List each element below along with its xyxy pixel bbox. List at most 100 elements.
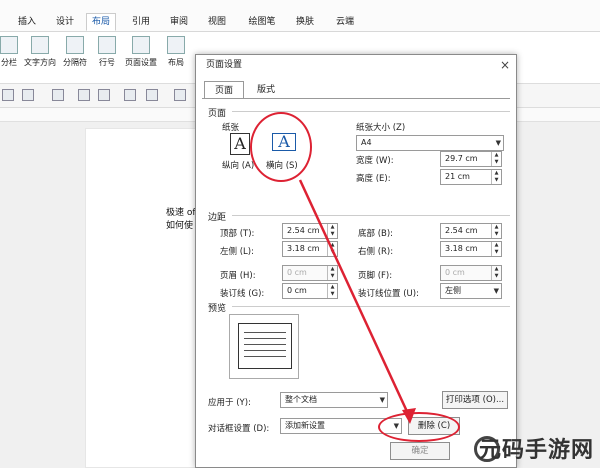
footer-label: 页脚 (F):	[358, 271, 393, 281]
doc-text-line-2: 如何使	[166, 221, 194, 231]
gutter-value: 0 cm	[287, 286, 307, 295]
tab-layout[interactable]: 布局	[86, 13, 116, 31]
print-icon[interactable]	[2, 89, 14, 101]
print-options-button[interactable]: 打印选项 (O)...	[442, 391, 508, 409]
footer-value: 0 cm	[445, 268, 465, 277]
top-margin-value: 2.54 cm	[287, 226, 320, 235]
paper-label: 纸张	[222, 123, 240, 133]
apply-to-select[interactable]: 整个文档 ▼	[280, 392, 388, 408]
right-margin-field[interactable]: 3.18 cm ▲ ▼	[440, 241, 502, 257]
tab-design[interactable]: 设计	[50, 14, 80, 32]
paper-size-label: 纸张大小 (Z)	[356, 123, 406, 133]
tab-divider	[202, 98, 510, 99]
stepper-icon[interactable]: ▲ ▼	[491, 242, 501, 256]
tab-cloud[interactable]: 云端	[330, 14, 360, 32]
chevron-down-icon: ▼	[379, 396, 385, 404]
portrait-icon[interactable]: A	[230, 133, 250, 155]
line-numbers-icon	[98, 36, 116, 54]
line-numbers-button[interactable]: 行号	[96, 36, 118, 68]
gutter-position-select[interactable]: 左侧 ▼	[440, 283, 502, 299]
dialog-settings-value: 添加新设置	[285, 421, 325, 430]
left-margin-value: 3.18 cm	[287, 244, 320, 253]
preview-page-icon	[238, 323, 292, 369]
orientation-portrait-label[interactable]: 纵向 (A)	[222, 159, 254, 171]
bottom-margin-value: 2.54 cm	[445, 226, 478, 235]
gutter-position-value: 左侧	[445, 286, 461, 295]
link-icon[interactable]	[146, 89, 158, 101]
section-divider	[232, 215, 510, 216]
text-direction-label: 文字方向	[24, 58, 56, 67]
height-label: 高度 (E):	[356, 174, 391, 184]
left-margin-field[interactable]: 3.18 cm ▲ ▼	[282, 241, 338, 257]
top-margin-field[interactable]: 2.54 cm ▲ ▼	[282, 223, 338, 239]
stepper-icon[interactable]: ▲ ▼	[491, 266, 501, 280]
chevron-down-icon: ▼	[495, 139, 501, 147]
right-margin-label: 右侧 (R):	[358, 247, 394, 257]
stepper-icon[interactable]: ▲ ▼	[491, 224, 501, 238]
line-numbers-label: 行号	[99, 58, 115, 67]
text-direction-button[interactable]: 文字方向	[22, 36, 58, 68]
paper-size-select[interactable]: A4 ▼	[356, 135, 504, 151]
bottom-margin-field[interactable]: 2.54 cm ▲ ▼	[440, 223, 502, 239]
ribbon-tab-bar: 插入 设计 布局 引用 审阅 视图 绘图笔 换肤 云端	[0, 0, 600, 32]
section-margins-title: 边距	[208, 213, 227, 223]
right-margin-value: 3.18 cm	[445, 244, 478, 253]
stepper-icon[interactable]: ▲ ▼	[327, 224, 337, 238]
gutter-label: 装订线 (G):	[220, 289, 265, 299]
chart-icon[interactable]	[174, 89, 186, 101]
picture-icon[interactable]	[78, 89, 90, 101]
page-setup-label: 页面设置	[125, 58, 157, 67]
page-preview	[229, 314, 299, 379]
columns-button[interactable]: 分栏	[0, 36, 18, 68]
tab-page[interactable]: 页面	[204, 81, 244, 99]
width-value: 29.7 cm	[445, 154, 478, 163]
breaks-label: 分隔符	[63, 58, 87, 67]
width-field[interactable]: 29.7 cm ▲ ▼	[440, 151, 502, 167]
stepper-icon[interactable]: ▲ ▼	[327, 266, 337, 280]
height-field[interactable]: 21 cm ▲ ▼	[440, 169, 502, 185]
columns-icon	[0, 36, 18, 54]
stepper-icon[interactable]: ▲ ▼	[491, 170, 501, 184]
gutter-position-label: 装订线位置 (U):	[358, 289, 419, 299]
dialog-title: 页面设置	[196, 55, 516, 75]
section-page-title: 页面	[208, 109, 227, 119]
apply-to-label: 应用于 (Y):	[208, 398, 251, 408]
tab-insert[interactable]: 插入	[12, 14, 42, 32]
shape-icon[interactable]	[98, 89, 110, 101]
top-margin-label: 顶部 (T):	[220, 229, 255, 239]
paper-size-value: A4	[361, 138, 372, 147]
tab-drawing[interactable]: 绘图笔	[244, 14, 280, 32]
annotation-circle-orientation	[250, 112, 312, 182]
width-label: 宽度 (W):	[356, 156, 394, 166]
doc-text-line-1: 极速 of	[166, 208, 196, 218]
height-value: 21 cm	[445, 172, 470, 181]
close-icon[interactable]: ×	[500, 58, 510, 72]
tab-skin[interactable]: 换肤	[290, 14, 320, 32]
pointer-icon[interactable]	[22, 89, 34, 101]
footer-field[interactable]: 0 cm ▲ ▼	[440, 265, 502, 281]
stepper-icon[interactable]: ▲ ▼	[491, 152, 501, 166]
text-box-icon[interactable]	[124, 89, 136, 101]
header-field[interactable]: 0 cm ▲ ▼	[282, 265, 338, 281]
chevron-down-icon: ▼	[493, 287, 499, 295]
dialog-settings-label: 对话框设置 (D):	[208, 424, 270, 434]
table-icon[interactable]	[52, 89, 64, 101]
page-setup-icon	[132, 36, 150, 54]
breaks-button[interactable]: 分隔符	[60, 36, 90, 68]
layout-button[interactable]: 布局	[164, 36, 188, 68]
page-setup-button[interactable]: 页面设置	[122, 36, 160, 68]
tab-review[interactable]: 审阅	[164, 14, 194, 32]
tab-view[interactable]: 视图	[202, 14, 232, 32]
layout-label: 布局	[168, 58, 184, 67]
stepper-icon[interactable]: ▲ ▼	[327, 242, 337, 256]
watermark-text: 元码手游网	[478, 438, 594, 463]
columns-label: 分栏	[1, 58, 17, 67]
stepper-icon[interactable]: ▲ ▼	[327, 284, 337, 298]
gutter-field[interactable]: 0 cm ▲ ▼	[282, 283, 338, 299]
tab-format[interactable]: 版式	[246, 81, 286, 99]
section-divider	[232, 306, 510, 307]
breaks-icon	[66, 36, 84, 54]
ok-button[interactable]: 确定	[390, 442, 450, 460]
section-preview-title: 预览	[208, 304, 227, 314]
tab-references[interactable]: 引用	[126, 14, 156, 32]
